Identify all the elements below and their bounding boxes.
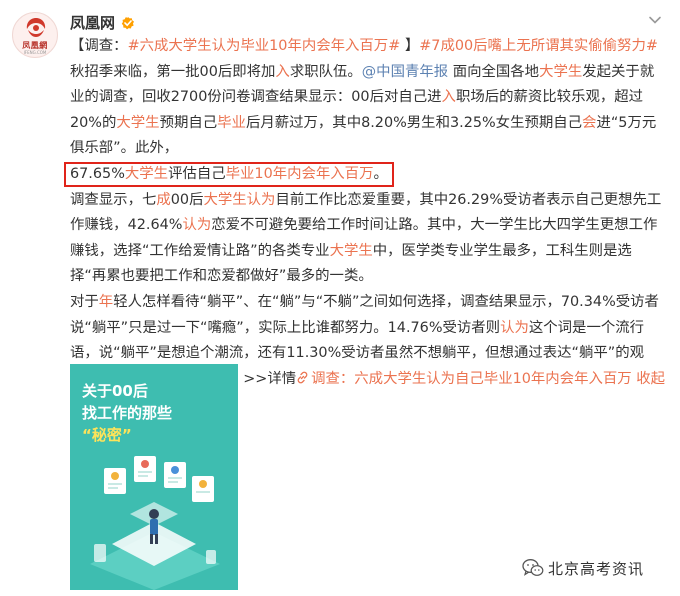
text-segment: 秋 bbox=[70, 63, 85, 80]
chevron-down-icon[interactable] bbox=[648, 12, 662, 26]
text-segment: 对于 bbox=[70, 293, 99, 310]
keyword-highlight: 认为 bbox=[500, 319, 529, 336]
text-segment: 00后 bbox=[170, 191, 204, 208]
keyword-highlight: 大学生 bbox=[329, 242, 373, 259]
text-segment: 后月薪过万，其中8.20%男生和3.25%女生预期自己 bbox=[245, 114, 583, 131]
keyword-highlight: 大学生 bbox=[539, 63, 583, 80]
avatar-domain-text: IFENG.COM bbox=[23, 50, 47, 55]
text-segment: 预期自己 bbox=[159, 114, 218, 131]
keyword-highlight: 入 bbox=[441, 89, 456, 106]
keyword-highlight: 大学生 bbox=[116, 114, 160, 131]
detail-link-text: 调查：六成大学生认为自己毕业10年内会年入百万 bbox=[311, 370, 632, 387]
text-segment: 调查显示，七 bbox=[70, 191, 157, 208]
floating-resume-cards bbox=[104, 456, 214, 502]
post-header: 凤凰网 bbox=[70, 11, 135, 33]
highlight-box: 67.65%大学生评估自己毕业10年内会年入百万。 bbox=[64, 161, 394, 187]
hashtag-link[interactable]: #7成00后嘴上无所谓其实偷偷努力# bbox=[419, 38, 658, 54]
keyword-highlight: 认为 bbox=[182, 217, 212, 234]
avatar[interactable]: 凤凰網 IFENG.COM bbox=[12, 12, 58, 58]
keyword-highlight: 年 bbox=[98, 293, 114, 310]
keyword-highlight: 毕业 bbox=[217, 114, 246, 131]
hashtag-link[interactable]: #六成大学生认为毕业10年内会年入百万# bbox=[128, 38, 401, 54]
keyword-highlight: 入 bbox=[275, 63, 290, 80]
source-watermark: 北京高考资讯 bbox=[522, 557, 644, 579]
text-segment: 评估自己 bbox=[168, 165, 226, 182]
text-segment: 67.65% bbox=[70, 165, 125, 182]
wechat-icon bbox=[522, 559, 544, 576]
phoenix-logo-icon bbox=[26, 18, 46, 37]
post-image[interactable]: 关于00后 找工作的那些 “秘密” bbox=[70, 364, 238, 590]
keyword-highlight: 大学生认为 bbox=[203, 191, 276, 208]
job-hunting-illustration bbox=[90, 456, 220, 590]
text-segment: 招季来临，第一批00后即将加 bbox=[84, 63, 276, 80]
link-icon bbox=[296, 368, 309, 384]
keyword-highlight: 大学生 bbox=[124, 165, 169, 182]
watermark-text: 北京高考资讯 bbox=[548, 559, 645, 578]
account-name[interactable]: 凤凰网 bbox=[70, 12, 115, 33]
text-segment: 面向全国各地 bbox=[448, 63, 540, 80]
verified-badge-icon bbox=[121, 15, 135, 30]
bracket-open: 【调查： bbox=[70, 38, 128, 54]
text-segment: 求职队伍。 bbox=[289, 63, 362, 80]
bracket-close: 】 bbox=[400, 38, 420, 54]
post-paragraph-2: 调查显示，七成00后大学生认为目前工作比恋爱重要，其中26.29%受访者表示自己… bbox=[70, 188, 666, 290]
post-text: 【调查：#六成大学生认为毕业10年内会年入百万# 】#7成00后嘴上无所谓其实偷… bbox=[64, 34, 666, 418]
mention-link[interactable]: @中国青年报 bbox=[362, 64, 448, 80]
keyword-highlight: 会 bbox=[582, 114, 597, 131]
text-segment: 。 bbox=[373, 165, 388, 182]
post-paragraph-1: 【调查：#六成大学生认为毕业10年内会年入百万# 】#7成00后嘴上无所谓其实偷… bbox=[64, 34, 666, 188]
keyword-highlight: 成 bbox=[156, 191, 171, 208]
keyword-highlight: 毕业10年内会年入百万 bbox=[225, 165, 374, 182]
detail-link[interactable]: 调查：六成大学生认为自己毕业10年内会年入百万 bbox=[296, 371, 632, 387]
